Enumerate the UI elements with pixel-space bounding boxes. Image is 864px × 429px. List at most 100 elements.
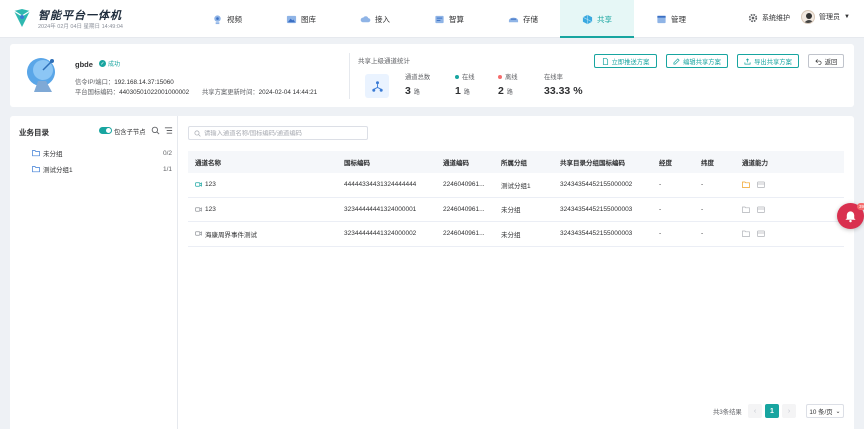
search-icon[interactable] — [151, 126, 160, 135]
col-header-lng: 经度 — [659, 160, 672, 167]
nav-compute[interactable]: 智算 — [412, 0, 486, 38]
nav-share[interactable]: 共享 — [560, 0, 634, 38]
card-icon[interactable] — [757, 181, 765, 189]
manage-icon — [657, 15, 666, 23]
channel-table: 通道名称 国标编码 通道编码 所属分组 共享目录分组国标编码 经度 纬度 通道能… — [188, 151, 844, 247]
prev-page-button[interactable]: ‹ — [748, 404, 762, 418]
include-children-toggle[interactable] — [99, 127, 112, 134]
online-dot-icon — [455, 74, 459, 79]
bell-icon — [845, 210, 856, 222]
app-title: 智能平台一体机 — [38, 10, 122, 22]
card-icon[interactable] — [757, 230, 765, 238]
search-input[interactable] — [204, 129, 364, 137]
pagination: 共3条结果 ‹ 1 › 10 条/页 ⌄ — [10, 404, 854, 418]
nav-access[interactable]: 接入 — [338, 0, 412, 38]
stats-title: 共享上级通道统计 — [358, 58, 410, 65]
col-header-capability: 通道能力 — [742, 160, 768, 167]
video-folder-icon[interactable] — [742, 230, 750, 238]
page-size-value: 10 条/页 — [809, 408, 833, 416]
push-plan-label: 立即推送方案 — [611, 58, 650, 66]
edit-plan-button[interactable]: 编辑共享方案 — [666, 54, 728, 68]
page-size-select[interactable]: 10 条/页 ⌄ — [806, 404, 844, 418]
page-1-button[interactable]: 1 — [765, 404, 779, 418]
nav-compute-label: 智算 — [449, 14, 464, 24]
gb-code-value: 44030501022001000002 — [119, 89, 190, 96]
cell-dir: 32434354452155000002 — [560, 181, 633, 189]
gallery-icon — [286, 15, 297, 23]
cell-name-text: 123 — [205, 181, 216, 189]
video-folder-icon[interactable] — [742, 206, 750, 213]
col-header-dir: 共享目录分组国标编码 — [560, 160, 625, 167]
stat-total-label: 通道总数 — [405, 74, 431, 81]
include-children-label: 包含子节点 — [114, 129, 146, 136]
offline-dot-icon — [498, 74, 502, 79]
nav-storage-label: 存储 — [523, 14, 538, 24]
cell-gb: 32344444441324000001 — [344, 205, 417, 213]
back-button[interactable]: 返回 — [808, 54, 844, 68]
stat-offline-label: 离线 — [505, 74, 518, 81]
export-plan-label: 导出共享方案 — [754, 58, 792, 66]
back-label: 返回 — [824, 58, 838, 66]
nav-video[interactable]: 视频 — [190, 0, 264, 38]
channel-search — [188, 126, 368, 140]
folder-icon — [32, 150, 40, 157]
col-header-code: 通道编码 — [443, 160, 469, 167]
tree-item-count: 0/2 — [162, 149, 172, 157]
stat-online-label: 在线 — [462, 74, 475, 81]
nav-manage[interactable]: 管理 — [634, 0, 708, 38]
cell-lat: - — [701, 230, 704, 238]
nav-storage[interactable]: 存储 — [486, 0, 560, 38]
stat-rate-value: 33.33 % — [544, 85, 583, 97]
current-datetime: 2024年 02月 04日 星期日 14:49:04 — [38, 24, 123, 30]
cell-code: 2246040961... — [443, 181, 485, 189]
card-icon[interactable] — [757, 206, 765, 213]
tree-item-ungrouped[interactable]: 未分组 0/2 — [32, 147, 172, 159]
divider — [349, 53, 350, 99]
table-header: 通道名称 国标编码 通道编码 所属分组 共享目录分组国标编码 经度 纬度 通道能… — [188, 151, 844, 173]
update-time-info: 共享方案更新时间：2024-02-04 14:44:21 — [202, 87, 317, 96]
stat-offline-value: 2 — [498, 85, 504, 97]
edit-icon — [673, 57, 680, 64]
nav-access-label: 接入 — [375, 14, 390, 24]
satellite-dish-icon — [27, 58, 55, 92]
stat-total: 通道总数 3路 — [405, 72, 430, 97]
table-row[interactable]: 123 44444334431324444444 2246040961... 测… — [188, 173, 844, 198]
update-time-value: 2024-02-04 14:44:21 — [258, 89, 318, 96]
user-menu[interactable]: 管理员 ▼ — [801, 10, 850, 24]
table-row[interactable]: 123 32344444441324000001 2246040961... 未… — [188, 198, 844, 222]
cell-lng: - — [659, 230, 662, 238]
cell-code: 2246040961... — [443, 230, 485, 238]
status-badge: ✓ 成功 — [99, 59, 120, 68]
document-icon — [602, 57, 608, 65]
storage-icon — [508, 17, 519, 22]
tree-item-test-group[interactable]: 测试分组1 1/1 — [32, 163, 172, 175]
stat-offline: 离线 2路 — [498, 72, 518, 97]
update-time-label: 共享方案更新时间： — [202, 89, 259, 96]
main-nav: 视频 图库 接入 智算 存储 共享 管理 — [190, 0, 708, 38]
system-maintenance-button[interactable]: 系统维护 — [748, 13, 790, 23]
nav-gallery-label: 图库 — [301, 14, 316, 24]
gb-code-label: 平台国标编码： — [75, 89, 120, 96]
video-folder-icon[interactable] — [742, 181, 750, 189]
export-plan-button[interactable]: 导出共享方案 — [737, 54, 799, 68]
next-page-button[interactable]: › — [782, 404, 796, 418]
gear-icon — [748, 13, 758, 23]
cloud-icon — [360, 15, 371, 22]
stat-total-value: 3 — [405, 85, 411, 97]
cell-group: 未分组 — [501, 207, 521, 215]
share-icon — [582, 14, 593, 24]
app-logo-icon — [13, 9, 31, 27]
cell-code: 2246040961... — [443, 205, 485, 213]
list-collapse-icon[interactable] — [164, 126, 173, 135]
cell-name: 123 — [188, 206, 337, 213]
tree-item-label: 未分组 — [43, 151, 63, 158]
push-plan-button[interactable]: 立即推送方案 — [594, 54, 657, 68]
cell-group: 测试分组1 — [501, 182, 531, 190]
camera-offline-icon — [195, 207, 202, 212]
cell-gb: 32344444441324000002 — [344, 230, 417, 238]
table-row[interactable]: 海康周界事件测试 32344444441324000002 2246040961… — [188, 222, 844, 247]
nav-gallery[interactable]: 图库 — [264, 0, 338, 38]
device-name: gbde — [75, 60, 93, 69]
export-icon — [744, 57, 751, 64]
stat-online-value: 1 — [455, 85, 461, 97]
